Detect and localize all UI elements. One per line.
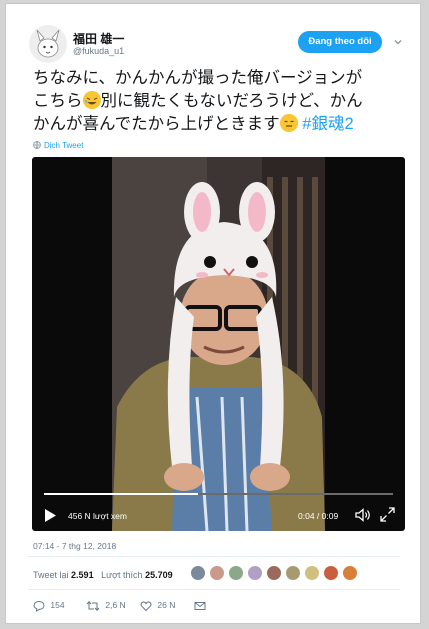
likes-count: 25.709 (145, 570, 173, 580)
rolling-laughing-emoji-icon (82, 91, 101, 109)
likes-stat[interactable]: Lượt thích 25.709 (101, 570, 173, 580)
user-name[interactable]: 福田 雄一 (73, 30, 124, 47)
liker-avatar[interactable] (323, 565, 339, 581)
play-icon[interactable] (44, 508, 57, 523)
video-player[interactable]: 456 N lượt xem 0:04 / 0:09 (32, 157, 405, 531)
video-progress-bar[interactable] (44, 493, 393, 495)
liker-avatar[interactable] (190, 565, 206, 581)
liker-avatar[interactable] (247, 565, 263, 581)
divider (28, 589, 400, 590)
liker-avatar[interactable] (342, 565, 358, 581)
liker-avatar[interactable] (266, 565, 282, 581)
video-progress-fill (44, 493, 198, 495)
video-frame (112, 157, 325, 531)
view-count: 456 N lượt xem (68, 511, 127, 521)
like-button[interactable]: 26 N (140, 600, 175, 612)
reply-icon (33, 600, 45, 612)
chevron-down-icon[interactable] (393, 37, 403, 47)
expressionless-face-emoji-icon (279, 114, 298, 132)
tweet-stats: Tweet lại 2.591 Lượt thích 25.709 (33, 570, 173, 580)
retweet-button[interactable]: 2,6 N (86, 600, 126, 612)
translate-label: Dịch Tweet (44, 141, 84, 150)
tweet-card: 福田 雄一 @fukuda_u1 Đang theo dõi ちなみに、かんかん… (5, 3, 421, 624)
direct-message-button[interactable] (194, 600, 206, 612)
heart-icon (140, 601, 152, 612)
liker-avatar[interactable] (285, 565, 301, 581)
translate-tweet-link[interactable]: Dịch Tweet (33, 141, 83, 150)
volume-icon[interactable] (354, 506, 372, 524)
tweet-line-1: ちなみに、かんかんが撮った俺バージョンが (33, 69, 363, 87)
tweet-line-3a: かんが喜んでたから上げときます (33, 115, 280, 133)
video-still (112, 157, 325, 531)
tweet-line-2b: 別に観たくもないだろうけど、かん (100, 92, 363, 110)
tweet-text: ちなみに、かんかんが撮った俺バージョンが こちら 別に観たくもないだろうけど、かん… (33, 67, 408, 136)
retweets-stat[interactable]: Tweet lại 2.591 (33, 570, 94, 580)
user-handle[interactable]: @fukuda_u1 (73, 46, 124, 56)
globe-icon (33, 141, 41, 150)
retweet-icon (86, 601, 100, 611)
retweets-label: Tweet lại (33, 570, 69, 580)
like-count: 26 N (157, 600, 176, 611)
liker-avatar[interactable] (228, 565, 244, 581)
reply-button[interactable]: 154 (33, 600, 65, 612)
video-time: 0:04 / 0:09 (298, 511, 339, 521)
reply-count: 154 (50, 600, 65, 611)
tweet-line-2a: こちら (33, 92, 83, 110)
likes-label: Lượt thích (101, 570, 143, 580)
hashtag-link[interactable]: #銀魂2 (302, 115, 353, 133)
fullscreen-icon[interactable] (380, 507, 395, 522)
avatar[interactable] (29, 25, 67, 63)
retweet-count: 2,6 N (105, 600, 126, 611)
liker-avatar[interactable] (304, 565, 320, 581)
retweets-count: 2.591 (71, 570, 94, 580)
following-button[interactable]: Đang theo dõi (298, 31, 382, 53)
liker-avatar[interactable] (209, 565, 225, 581)
envelope-icon (194, 602, 206, 610)
divider (28, 556, 400, 557)
tweet-timestamp[interactable]: 07:14 - 7 thg 12, 2018 (33, 541, 116, 551)
